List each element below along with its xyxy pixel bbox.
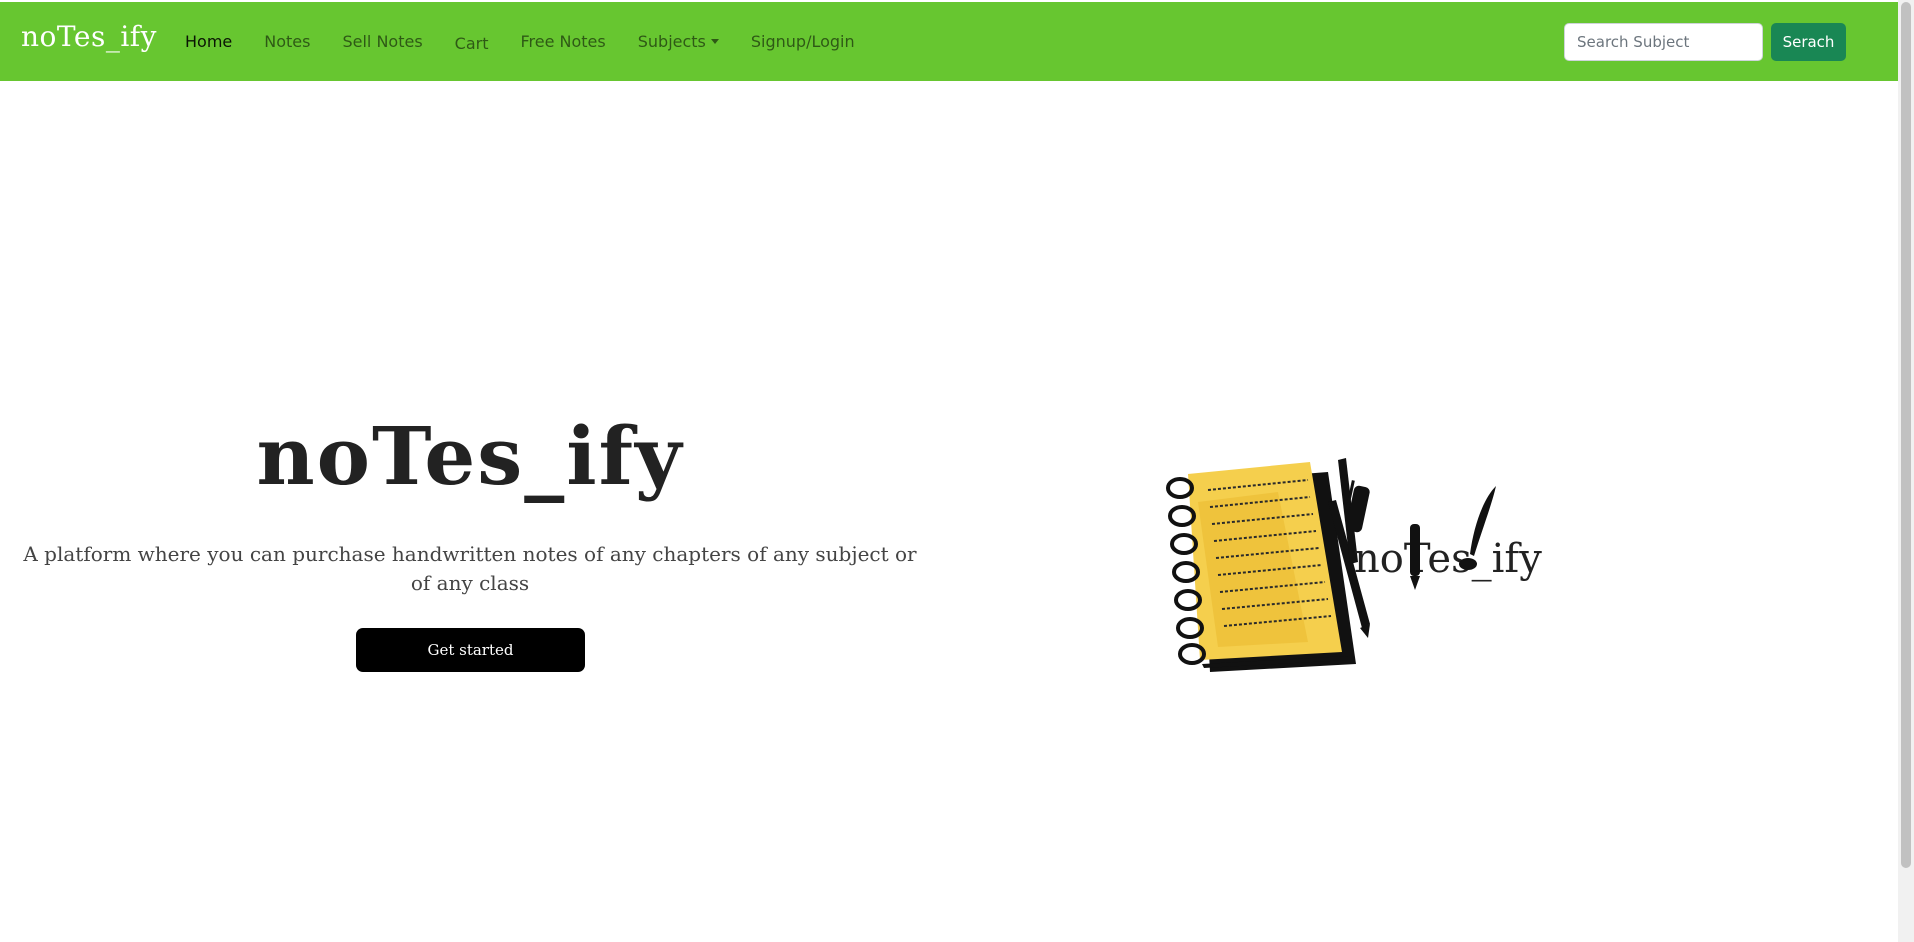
nav-links: Home Notes Sell Notes Cart Free Notes Su… xyxy=(185,2,887,81)
nav-link-home[interactable]: Home xyxy=(185,32,232,51)
nav-dropdown-subjects[interactable]: Subjects xyxy=(638,32,719,51)
nav-link-signup-login[interactable]: Signup/Login xyxy=(751,32,855,51)
nav-link-cart[interactable]: Cart xyxy=(455,34,489,53)
get-started-button[interactable]: Get started xyxy=(356,628,585,672)
vertical-scrollbar[interactable] xyxy=(1898,0,1914,942)
hero-title: noTes_ify xyxy=(256,409,684,503)
nav-link-notes[interactable]: Notes xyxy=(264,32,310,51)
nav-link-sell-notes[interactable]: Sell Notes xyxy=(342,32,422,51)
search-form: Serach xyxy=(1564,23,1846,61)
brand-logo-link[interactable]: noTes_ify xyxy=(21,20,157,53)
nav-link-free-notes[interactable]: Free Notes xyxy=(520,32,605,51)
search-button[interactable]: Serach xyxy=(1771,23,1846,61)
caret-down-icon xyxy=(710,39,719,44)
page: noTes_ify Home Notes Sell Notes Cart Fre… xyxy=(0,0,1898,942)
scrollbar-thumb[interactable] xyxy=(1901,2,1911,868)
nav-dropdown-subjects-label: Subjects xyxy=(637,32,706,51)
search-input[interactable] xyxy=(1564,23,1763,61)
top-navbar: noTes_ify Home Notes Sell Notes Cart Fre… xyxy=(0,2,1898,81)
hero-subtitle: A platform where you can purchase handwr… xyxy=(23,542,917,595)
logo-wordmark: noTes_ify xyxy=(1354,536,1542,582)
notesify-logo-image: noTes_ify xyxy=(1166,458,1542,672)
browser-viewport: noTes_ify Home Notes Sell Notes Cart Fre… xyxy=(0,0,1914,942)
